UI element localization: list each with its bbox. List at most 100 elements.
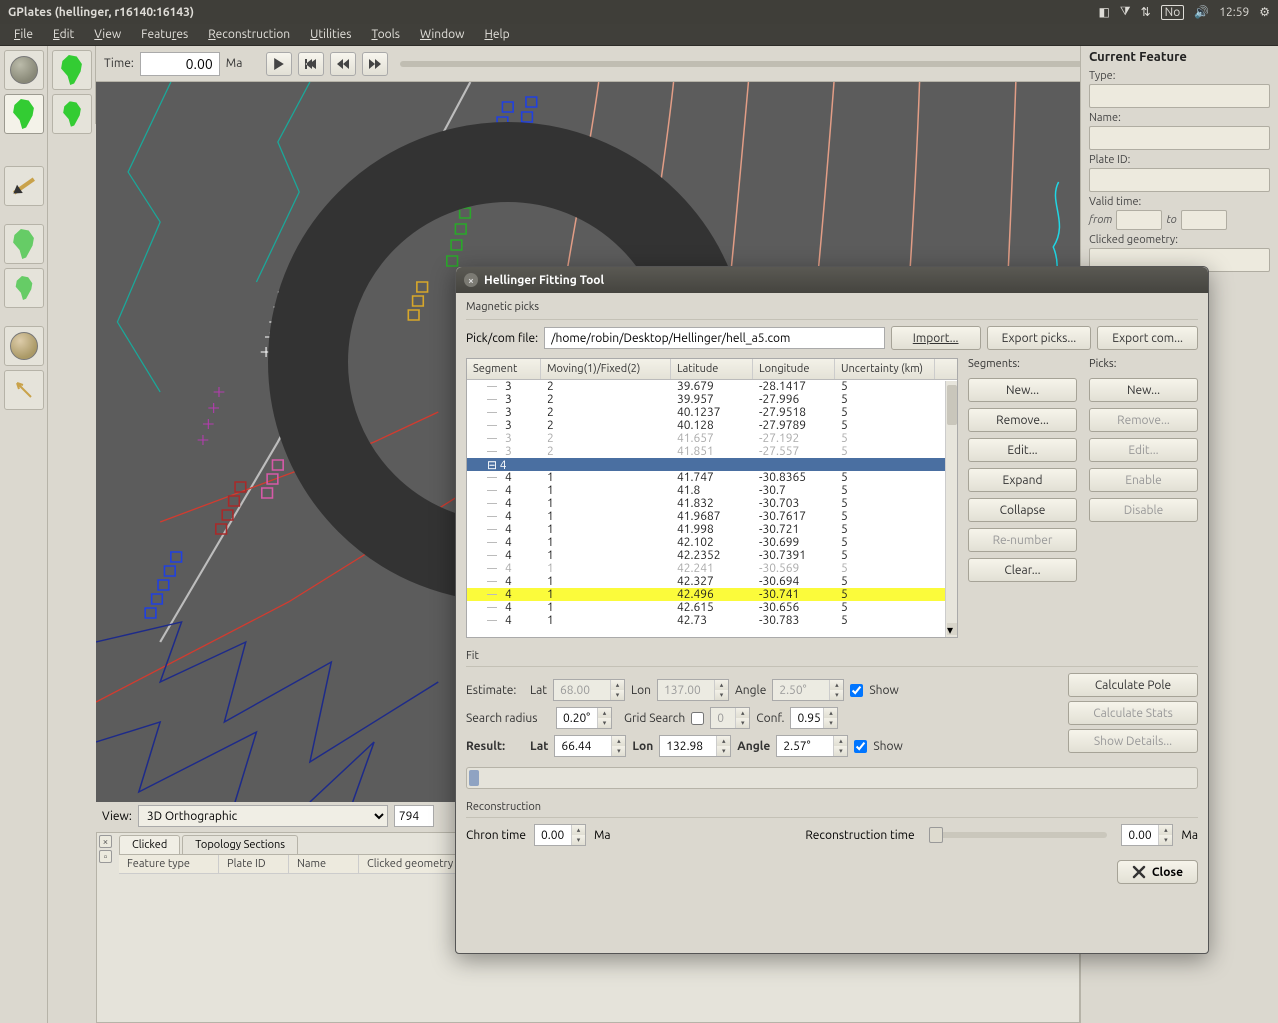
menu-bar: File Edit View Features Reconstruction U… [0, 24, 1278, 46]
close-button[interactable]: Close [1117, 860, 1198, 884]
sound-indicator-icon[interactable]: 🔊 [1194, 5, 1209, 19]
tool-choose-feature[interactable] [52, 50, 92, 90]
table-row[interactable]: 3241.851-27.5575 [467, 445, 957, 458]
pick-new-button[interactable]: New... [1089, 378, 1198, 402]
play-button[interactable] [266, 52, 292, 76]
clock[interactable]: 12:59 [1219, 6, 1249, 19]
import-button[interactable]: Import... [891, 326, 981, 350]
pick-edit-button[interactable]: Edit... [1089, 438, 1198, 462]
table-row[interactable]: 4141.832-30.7035 [467, 497, 957, 510]
table-row[interactable]: 3239.679-28.14175 [467, 380, 957, 393]
menu-edit[interactable]: Edit [43, 26, 84, 43]
seg-renumber-button[interactable]: Re-number [968, 528, 1077, 552]
settings-gear-icon[interactable]: ⚙ [1259, 5, 1270, 19]
pick-remove-button[interactable]: Remove... [1089, 408, 1198, 432]
step-back-button[interactable] [330, 52, 356, 76]
menu-file[interactable]: File [4, 26, 43, 43]
seg-edit-button[interactable]: Edit... [968, 438, 1077, 462]
table-row[interactable]: 4141.747-30.83655 [467, 471, 957, 484]
est-show-check[interactable] [850, 684, 863, 697]
dialog-titlebar[interactable]: × Hellinger Fitting Tool [456, 267, 1208, 293]
menu-tools[interactable]: Tools [361, 26, 410, 43]
view-label: View: [102, 810, 132, 823]
tool-digitise-polyline[interactable] [4, 166, 44, 206]
menu-help[interactable]: Help [474, 26, 519, 43]
hellinger-dialog: × Hellinger Fitting Tool Magnetic picks … [455, 266, 1209, 954]
table-row[interactable]: 4141.9687-30.76175 [467, 510, 957, 523]
pickfile-input[interactable] [544, 327, 885, 349]
table-row[interactable]: 4142.2352-30.73915 [467, 549, 957, 562]
table-row[interactable]: 4142.73-30.7835 [467, 614, 957, 626]
tool-column-b [48, 46, 96, 124]
table-row[interactable]: ⊟ 4 [467, 458, 957, 471]
pick-enable-button[interactable]: Enable [1089, 468, 1198, 492]
tool-small-circle[interactable] [4, 326, 44, 366]
table-row[interactable]: 4142.615-30.6565 [467, 601, 957, 614]
export-com-button[interactable]: Export com... [1097, 326, 1198, 350]
feature-name-field [1089, 126, 1270, 150]
seg-clear-button[interactable]: Clear... [968, 558, 1077, 582]
grid-search-check[interactable] [691, 712, 704, 725]
current-feature-title: Current Feature [1089, 50, 1270, 64]
recon-time-slider[interactable] [929, 832, 1108, 838]
table-scrollbar[interactable]: ▾ [945, 381, 957, 637]
res-show-check[interactable] [854, 740, 867, 753]
tab-clicked[interactable]: Clicked [119, 835, 180, 854]
dropbox-indicator-icon[interactable]: ⧩ [1120, 5, 1131, 19]
seg-expand-button[interactable]: Expand [968, 468, 1077, 492]
table-row[interactable]: 3240.1237-27.95185 [467, 406, 957, 419]
menu-view[interactable]: View [84, 26, 131, 43]
picks-table[interactable]: Segment Moving(1)/Fixed(2) Latitude Long… [466, 358, 958, 638]
network-indicator-icon[interactable]: ⇅ [1141, 5, 1151, 19]
rewind-start-button[interactable] [298, 52, 324, 76]
menu-features[interactable]: Features [131, 26, 198, 43]
table-row[interactable]: 4142.327-30.6945 [467, 575, 957, 588]
seg-new-button[interactable]: New... [968, 378, 1077, 402]
tool-column-a [0, 46, 48, 1023]
table-row[interactable]: 3239.957-27.9965 [467, 393, 957, 406]
window-title: GPlates (hellinger, r16140:16143) [8, 6, 194, 19]
plate-id-field [1089, 168, 1270, 192]
time-input[interactable] [140, 52, 220, 76]
tool-split-feature[interactable] [4, 268, 44, 308]
seg-remove-button[interactable]: Remove... [968, 408, 1077, 432]
panel-detach-icon[interactable]: ▫ [99, 850, 112, 863]
export-picks-button[interactable]: Export picks... [987, 326, 1092, 350]
show-details-button[interactable]: Show Details... [1068, 729, 1198, 753]
table-row[interactable]: 3240.128-27.97895 [467, 419, 957, 432]
table-row[interactable]: 4142.241-30.5695 [467, 562, 957, 575]
table-row[interactable]: 4141.8-30.75 [467, 484, 957, 497]
tool-clone-feature[interactable] [52, 94, 92, 134]
menu-reconstruction[interactable]: Reconstruction [198, 26, 300, 43]
calculate-stats-button[interactable]: Calculate Stats [1068, 701, 1198, 725]
dialog-close-icon[interactable]: × [464, 273, 478, 287]
keyboard-indicator[interactable]: No [1161, 5, 1185, 20]
dialog-title: Hellinger Fitting Tool [484, 274, 604, 287]
zoom-percent-input[interactable] [394, 805, 434, 827]
tool-select-feature[interactable] [4, 94, 44, 134]
tool-globe-drag[interactable] [4, 50, 44, 90]
menu-window[interactable]: Window [410, 26, 474, 43]
menu-utilities[interactable]: Utilities [300, 26, 361, 43]
tool-move-vertex[interactable] [4, 224, 44, 264]
pickfile-label: Pick/com file: [466, 332, 538, 345]
tool-hellinger[interactable] [4, 370, 44, 410]
table-row[interactable]: 4142.102-30.6995 [467, 536, 957, 549]
display-indicator-icon[interactable]: ◧ [1099, 5, 1110, 19]
seg-collapse-button[interactable]: Collapse [968, 498, 1077, 522]
table-row[interactable]: 3241.657-27.1925 [467, 432, 957, 445]
tab-topology-sections[interactable]: Topology Sections [182, 835, 298, 854]
time-label: Time: [104, 57, 134, 70]
table-row[interactable]: 4141.998-30.7215 [467, 523, 957, 536]
table-row[interactable]: 4142.496-30.7415 [467, 588, 957, 601]
pick-disable-button[interactable]: Disable [1089, 498, 1198, 522]
feature-type-field [1089, 84, 1270, 108]
calculate-pole-button[interactable]: Calculate Pole [1068, 673, 1198, 697]
projection-select[interactable]: 3D Orthographic [138, 805, 388, 827]
panel-close-icon[interactable]: × [99, 835, 112, 848]
system-titlebar: GPlates (hellinger, r16140:16143) ◧ ⧩ ⇅ … [0, 0, 1278, 24]
valid-to-field [1181, 210, 1227, 230]
time-unit: Ma [226, 57, 243, 70]
step-forward-button[interactable] [362, 52, 388, 76]
valid-from-field [1116, 210, 1162, 230]
